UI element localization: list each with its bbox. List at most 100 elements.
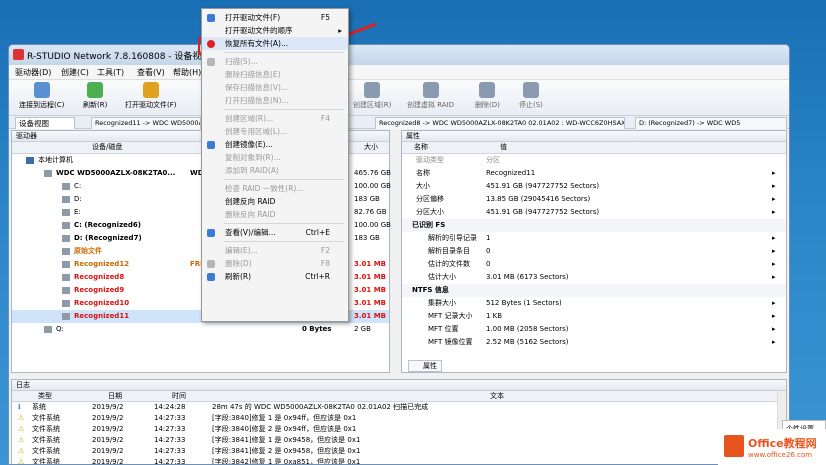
toolbar-button-2[interactable]: 打开驱动文件(F) <box>125 82 177 110</box>
properties-header: 名称 值 <box>402 142 786 154</box>
expand-arrow-icon[interactable]: ▸ <box>772 336 776 348</box>
tab-2[interactable]: Recognized8 -> WDC WD5000AZLX-08K2TA0 02… <box>375 117 625 129</box>
toolbar-button-1[interactable]: 刷新(R) <box>83 82 107 110</box>
properties-footer-tab[interactable]: 属性 <box>408 360 442 372</box>
property-row[interactable]: 估计大小 3.01 MB (6173 Sectors) ▸ <box>402 271 786 284</box>
warning-icon: ⚠ <box>18 458 25 465</box>
expand-arrow-icon[interactable]: ▸ <box>772 232 776 244</box>
log-date: 2019/9/2 <box>92 403 124 411</box>
log-col-text[interactable]: 文本 <box>490 391 504 401</box>
context-menu-item[interactable]: 创建镜像(E)... <box>202 138 348 151</box>
property-value: 451.91 GB (947727752 Sectors) <box>486 182 600 190</box>
property-name: 大小 <box>416 182 430 190</box>
toolbar-button-4[interactable]: 创建虚拟 RAID <box>407 82 454 110</box>
expand-arrow-icon[interactable]: ▸ <box>772 258 776 270</box>
toolbar-button-0[interactable]: 连接到远程(C) <box>19 82 64 110</box>
expand-arrow-icon[interactable]: ▸ <box>772 323 776 335</box>
log-row[interactable]: ⚠ 文件系统 2019/9/2 14:27:33 [字段:3840]修复 1 是 0x9… <box>12 413 786 424</box>
context-menu-label: 编辑(E)... <box>225 246 258 255</box>
context-menu-item[interactable]: 创建反向 RAID <box>202 195 348 208</box>
context-menu-item: 检查 RAID 一致性(R)... <box>202 182 348 195</box>
expand-arrow-icon[interactable]: ▸ <box>772 180 776 192</box>
col-name[interactable]: 名称 <box>414 142 428 153</box>
info-icon: ℹ <box>18 403 21 411</box>
drive-row[interactable]: Q: 0 Bytes 2 GB <box>12 323 389 336</box>
log-time: 14:27:33 <box>154 447 186 455</box>
toolbar-button-5[interactable]: 删除(D) <box>475 82 500 110</box>
drive-icon <box>62 300 70 307</box>
log-col-time[interactable]: 时间 <box>172 391 186 401</box>
context-menu-shortcut: F2 <box>320 246 330 255</box>
property-row[interactable]: 解析的引导记录 1 ▸ <box>402 232 786 245</box>
toolbar-button-6[interactable]: 停止(S) <box>519 82 543 110</box>
property-row[interactable]: MFT 镜像位置 2.52 MB (5162 Sectors) ▸ <box>402 336 786 349</box>
menu-3[interactable]: 查看(V) <box>137 67 165 78</box>
expand-arrow-icon[interactable]: ▸ <box>772 297 776 309</box>
property-row[interactable]: 估计的文件数 0 ▸ <box>402 258 786 271</box>
menu-separator <box>224 52 344 53</box>
col-device[interactable]: 设备/磁盘 <box>92 142 122 153</box>
context-menu-shortcut: F5 <box>320 13 330 22</box>
log-col-date[interactable]: 日期 <box>108 391 122 401</box>
property-row[interactable]: 大小 451.91 GB (947727752 Sectors) ▸ <box>402 180 786 193</box>
menu-1[interactable]: 创建(C) <box>61 67 89 78</box>
drive-name: Recognized11 <box>74 312 130 320</box>
log-date: 2019/9/2 <box>92 458 124 465</box>
expand-arrow-icon[interactable]: ▸ <box>772 310 776 322</box>
context-menu-item: 扫描(S)... <box>202 55 348 68</box>
view-icon <box>207 229 215 237</box>
property-row[interactable]: NTFS 信息 <box>402 284 786 297</box>
log-text: 28m 47s 的 WDC WD5000AZLX-08K2TA0 02.01A0… <box>212 403 429 411</box>
log-row[interactable]: ⚠ 文件系统 2019/9/2 14:27:33 [字段:3841]修复 2 是 0x9… <box>12 446 786 457</box>
property-row[interactable]: 名称 Recognized11 ▸ <box>402 167 786 180</box>
menu-4[interactable]: 帮助(H) <box>173 67 201 78</box>
menu-0[interactable]: 驱动器(D) <box>15 67 51 78</box>
expand-arrow-icon[interactable]: ▸ <box>772 206 776 218</box>
property-value: 0 <box>486 260 491 268</box>
log-row[interactable]: ⚠ 文件系统 2019/9/2 14:27:33 [字段:3842]修复 1 是 0xa… <box>12 457 786 465</box>
context-menu-item[interactable]: 打开驱动文件(F) F5 <box>202 11 348 24</box>
property-name: NTFS 信息 <box>412 286 449 294</box>
tab-0[interactable]: 设备视图 <box>15 117 75 129</box>
log-row[interactable]: ⚠ 文件系统 2019/9/2 14:27:33 [字段:3840]修复 2 是 0x9… <box>12 424 786 435</box>
context-menu-label: 删除扫描信息(E) <box>225 70 281 79</box>
log-row[interactable]: ⚠ 文件系统 2019/9/2 14:27:33 [字段:3841]修复 1 是 0x9… <box>12 435 786 446</box>
property-row[interactable]: 驱动类型 分区 <box>402 154 786 167</box>
property-row[interactable]: 集群大小 512 Bytes (1 Sectors) ▸ <box>402 297 786 310</box>
expand-arrow-icon[interactable]: ▸ <box>772 167 776 179</box>
toolbar-button-3[interactable]: 创建区域(R) <box>353 82 391 110</box>
menu-bar: 驱动器(D) 创建(C) 工具(T) 查看(V) 帮助(H) <box>9 65 789 80</box>
tab-1[interactable]: Recognized11 -> WDC WD5000AZLX... <box>91 117 201 129</box>
drive-size: 465.76 GB <box>354 169 391 177</box>
log-type: 文件系统 <box>32 447 60 455</box>
property-row[interactable]: 分区偏移 13.85 GB (29045416 Sectors) ▸ <box>402 193 786 206</box>
context-menu-item[interactable]: 打开驱动文件的顺序 ▸ <box>202 24 348 37</box>
property-row[interactable]: MFT 记录大小 1 KB ▸ <box>402 310 786 323</box>
log-row[interactable]: ℹ 系统 2019/9/2 14:24:28 28m 47s 的 WDC WD5000A… <box>12 402 786 413</box>
property-row[interactable]: 分区大小 451.91 GB (947727752 Sectors) ▸ <box>402 206 786 219</box>
log-date: 2019/9/2 <box>92 447 124 455</box>
scan-icon <box>207 58 215 66</box>
toolbar-label: 停止(S) <box>519 101 543 109</box>
property-value: 分区 <box>486 156 500 164</box>
property-row[interactable]: 已识别 FS <box>402 219 786 232</box>
property-row[interactable]: MFT 位置 1.00 MB (2058 Sectors) ▸ <box>402 323 786 336</box>
property-row[interactable]: 解析目录条目 0 ▸ <box>402 245 786 258</box>
menu-2[interactable]: 工具(T) <box>97 67 124 78</box>
drive-size: 82.76 GB <box>354 208 387 216</box>
tab-3[interactable]: D: (Recognized7) -> WDC WD5 <box>635 117 787 129</box>
context-menu-label: 复制对象到(R)... <box>225 153 281 162</box>
log-col-type[interactable]: 类型 <box>38 391 52 401</box>
col-size[interactable]: 大小 <box>364 142 378 153</box>
context-menu-item[interactable]: 恢复所有文件(A)... <box>202 37 348 50</box>
menu-separator <box>224 223 344 224</box>
expand-arrow-icon[interactable]: ▸ <box>772 193 776 205</box>
property-value: 1.00 MB (2058 Sectors) <box>486 325 569 333</box>
drive-size: 3.01 MB <box>354 260 387 268</box>
drive-size: 3.01 MB <box>354 299 387 307</box>
col-value[interactable]: 值 <box>500 142 507 153</box>
context-menu-item[interactable]: 查看(V)/编辑... Ctrl+E <box>202 226 348 239</box>
context-menu-item[interactable]: 刷新(R) Ctrl+R <box>202 270 348 283</box>
expand-arrow-icon[interactable]: ▸ <box>772 271 776 283</box>
expand-arrow-icon[interactable]: ▸ <box>772 245 776 257</box>
